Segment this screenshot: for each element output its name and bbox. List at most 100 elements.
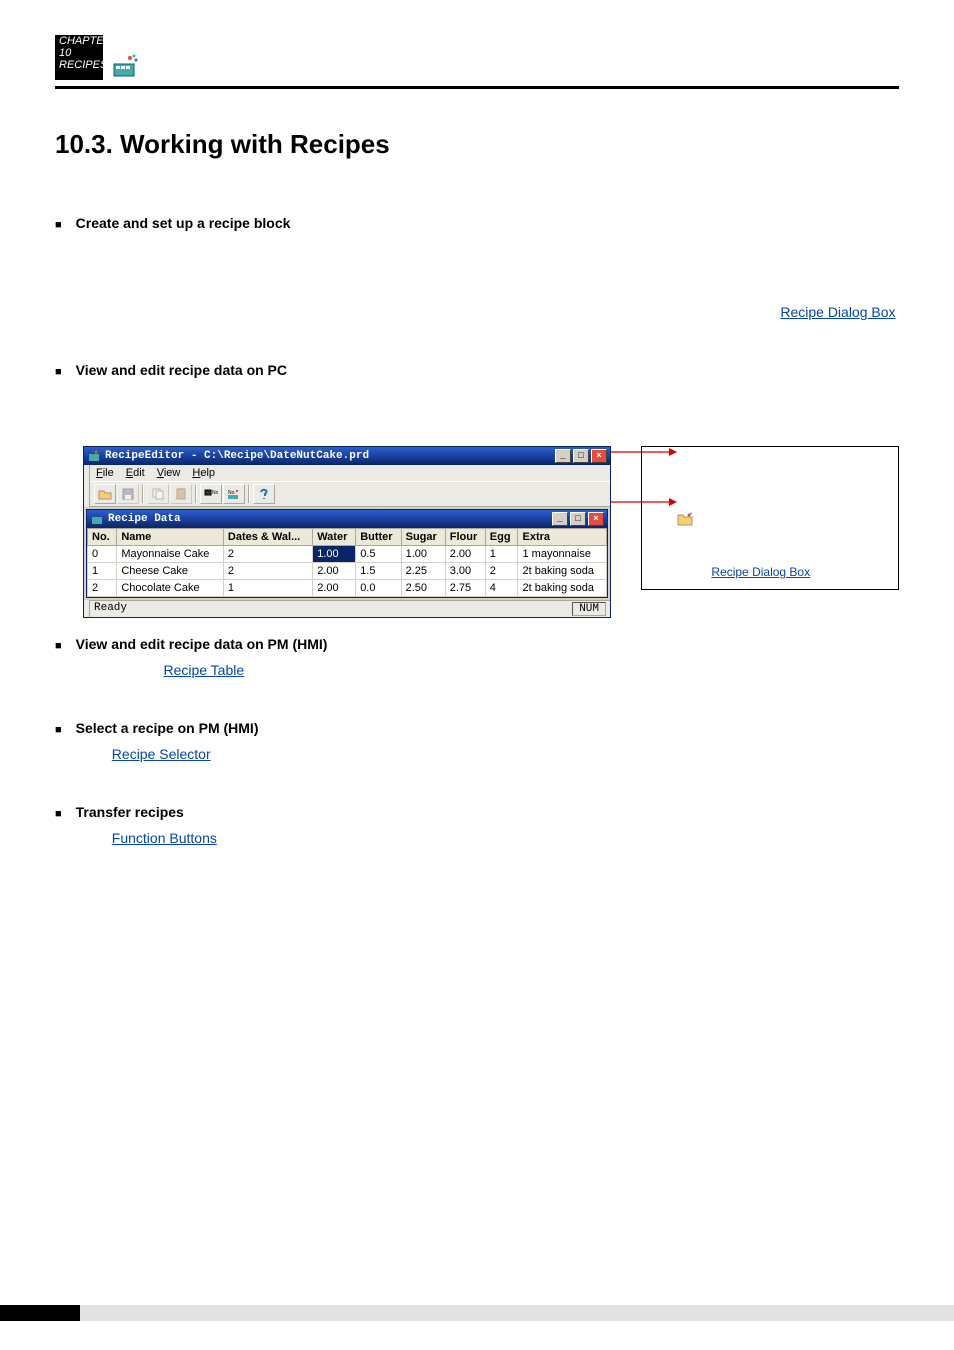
annot-line1: Use Start > Program > PM Designer > Reci… [652, 457, 864, 489]
toolbar-grip[interactable] [84, 465, 90, 481]
section-heading-select: Select a recipe on PM (HMI) [76, 720, 259, 736]
table-row[interactable]: 2 Chocolate Cake 1 2.00 0.0 2.50 2.75 4 … [88, 580, 607, 597]
s4-a: Use [83, 746, 112, 762]
bullet-icon: ■ [55, 366, 62, 378]
status-left: Ready [94, 602, 127, 616]
section-heading-create: Create and set up a recipe block [76, 215, 291, 231]
s5-b: to transfer recipes between PM and PLC/U… [221, 830, 533, 846]
link-recipe-selector[interactable]: Recipe Selector [112, 746, 211, 762]
toolbar: No. No. [90, 481, 610, 507]
tb-copy-icon[interactable] [147, 484, 169, 504]
bullet-icon: ■ [55, 724, 62, 736]
app-icon [87, 449, 101, 463]
footer-black-block [0, 1305, 80, 1321]
cell[interactable]: 2 [223, 546, 312, 563]
header-black-block: CHAPTER 10 RECIPES [55, 35, 103, 80]
annot-line2b: to open a .prd file. [696, 511, 792, 525]
link-recipe-dialog-2[interactable]: Recipe Dialog Box [711, 565, 810, 579]
col-egg[interactable]: Egg [485, 529, 518, 546]
cell[interactable]: 3.00 [445, 563, 485, 580]
table-row[interactable]: 1 Cheese Cake 2 2.00 1.5 2.25 3.00 2 2t … [88, 563, 607, 580]
menu-view[interactable]: View [157, 467, 181, 479]
s5-a: Use [83, 830, 112, 846]
minimize-button[interactable]: _ [555, 449, 571, 463]
col-sugar[interactable]: Sugar [401, 529, 445, 546]
cell[interactable]: 2t baking soda [518, 580, 607, 597]
inner-maximize-button[interactable]: □ [570, 512, 586, 526]
cell[interactable]: 2.00 [313, 563, 356, 580]
cell[interactable]: 1 mayonnaise [518, 546, 607, 563]
col-name[interactable]: Name [117, 529, 224, 546]
s1-body2b: 2) In the Project Manager window, double… [83, 304, 780, 320]
col-water[interactable]: Water [313, 529, 356, 546]
cell[interactable]: 1.00 [401, 546, 445, 563]
col-extra[interactable]: Extra [518, 529, 607, 546]
bullet-icon: ■ [55, 808, 62, 820]
s2-body: The RecipeEditor is a tool you can use t… [83, 388, 896, 425]
cell[interactable]: 1 [88, 563, 117, 580]
recipe-data-table[interactable]: No. Name Dates & Wal... Water Butter Sug… [87, 528, 607, 597]
page-header: CHAPTER 10 RECIPES [55, 35, 899, 80]
cell[interactable]: 2 [223, 563, 312, 580]
outer-title-text: RecipeEditor - C:\Recipe\DateNutCake.prd [105, 450, 555, 462]
section-heading-transfer: Transfer recipes [76, 804, 184, 820]
app-logo-icon [111, 50, 141, 80]
close-button[interactable]: × [591, 449, 607, 463]
tb-open-icon[interactable] [94, 484, 116, 504]
outer-titlebar: RecipeEditor - C:\Recipe\DateNutCake.prd… [84, 447, 610, 465]
table-header-row: No. Name Dates & Wal... Water Butter Sug… [88, 529, 607, 546]
svg-text:No.: No. [212, 490, 218, 496]
inner-minimize-button[interactable]: _ [552, 512, 568, 526]
cell[interactable]: 2 [88, 580, 117, 597]
col-no[interactable]: No. [88, 529, 117, 546]
link-function-buttons[interactable]: Function Buttons [112, 830, 217, 846]
cell[interactable]: 1 [485, 546, 518, 563]
cell[interactable]: Cheese Cake [117, 563, 224, 580]
cell[interactable]: Mayonnaise Cake [117, 546, 224, 563]
col-dw[interactable]: Dates & Wal... [223, 529, 312, 546]
selected-cell[interactable]: 1.00 [313, 546, 356, 563]
link-recipe-table[interactable]: Recipe Table [163, 662, 244, 678]
cell[interactable]: 1 [223, 580, 312, 597]
cell[interactable]: 2.50 [401, 580, 445, 597]
page-title: 10.3. Working with Recipes [55, 129, 899, 160]
tb-paste-icon[interactable] [170, 484, 192, 504]
statusbar-grip[interactable] [84, 600, 90, 617]
table-row[interactable]: 0 Mayonnaise Cake 2 1.00 0.5 1.00 2.00 1… [88, 546, 607, 563]
link-recipe-dialog[interactable]: Recipe Dialog Box [780, 304, 895, 320]
menu-edit[interactable]: Edit [126, 467, 145, 479]
s1-body1: You need to create a recipe block before… [83, 241, 873, 278]
inner-titlebar: Recipe Data _ □ × [87, 510, 607, 528]
tb-config1-icon[interactable]: No. [200, 484, 222, 504]
section-heading-view-hmi: View and edit recipe data on PM (HMI) [76, 636, 328, 652]
col-flour[interactable]: Flour [445, 529, 485, 546]
tb-save-icon[interactable] [117, 484, 139, 504]
menu-help[interactable]: Help [192, 467, 215, 479]
cell[interactable]: 0 [88, 546, 117, 563]
callout-arrows [609, 444, 679, 654]
cell[interactable]: 2t baking soda [518, 563, 607, 580]
recipe-editor-window: RecipeEditor - C:\Recipe\DateNutCake.prd… [83, 446, 611, 618]
toolbar-grip[interactable] [84, 481, 90, 507]
cell[interactable]: 0.0 [356, 580, 401, 597]
menu-file[interactable]: File [96, 467, 114, 479]
menubar: File Edit View Help [90, 465, 610, 481]
cell[interactable]: 2.00 [445, 546, 485, 563]
section-heading-view-pc: View and edit recipe data on PC [76, 362, 287, 378]
annotation-box: ▸ Use Start > Program > PM Designer > Re… [641, 446, 899, 590]
maximize-button[interactable]: □ [573, 449, 589, 463]
cell[interactable]: 4 [485, 580, 518, 597]
cell[interactable]: 1.5 [356, 563, 401, 580]
cell[interactable]: 2.75 [445, 580, 485, 597]
cell[interactable]: 2 [485, 563, 518, 580]
bullet-icon: ■ [55, 219, 62, 231]
cell[interactable]: 2.25 [401, 563, 445, 580]
tb-config2-icon[interactable]: No. [223, 484, 245, 504]
col-butter[interactable]: Butter [356, 529, 401, 546]
statusbar: Ready NUM [90, 600, 610, 617]
cell[interactable]: 2.00 [313, 580, 356, 597]
inner-close-button[interactable]: × [588, 512, 604, 526]
tb-help-icon[interactable] [253, 484, 275, 504]
cell[interactable]: 0.5 [356, 546, 401, 563]
cell[interactable]: Chocolate Cake [117, 580, 224, 597]
